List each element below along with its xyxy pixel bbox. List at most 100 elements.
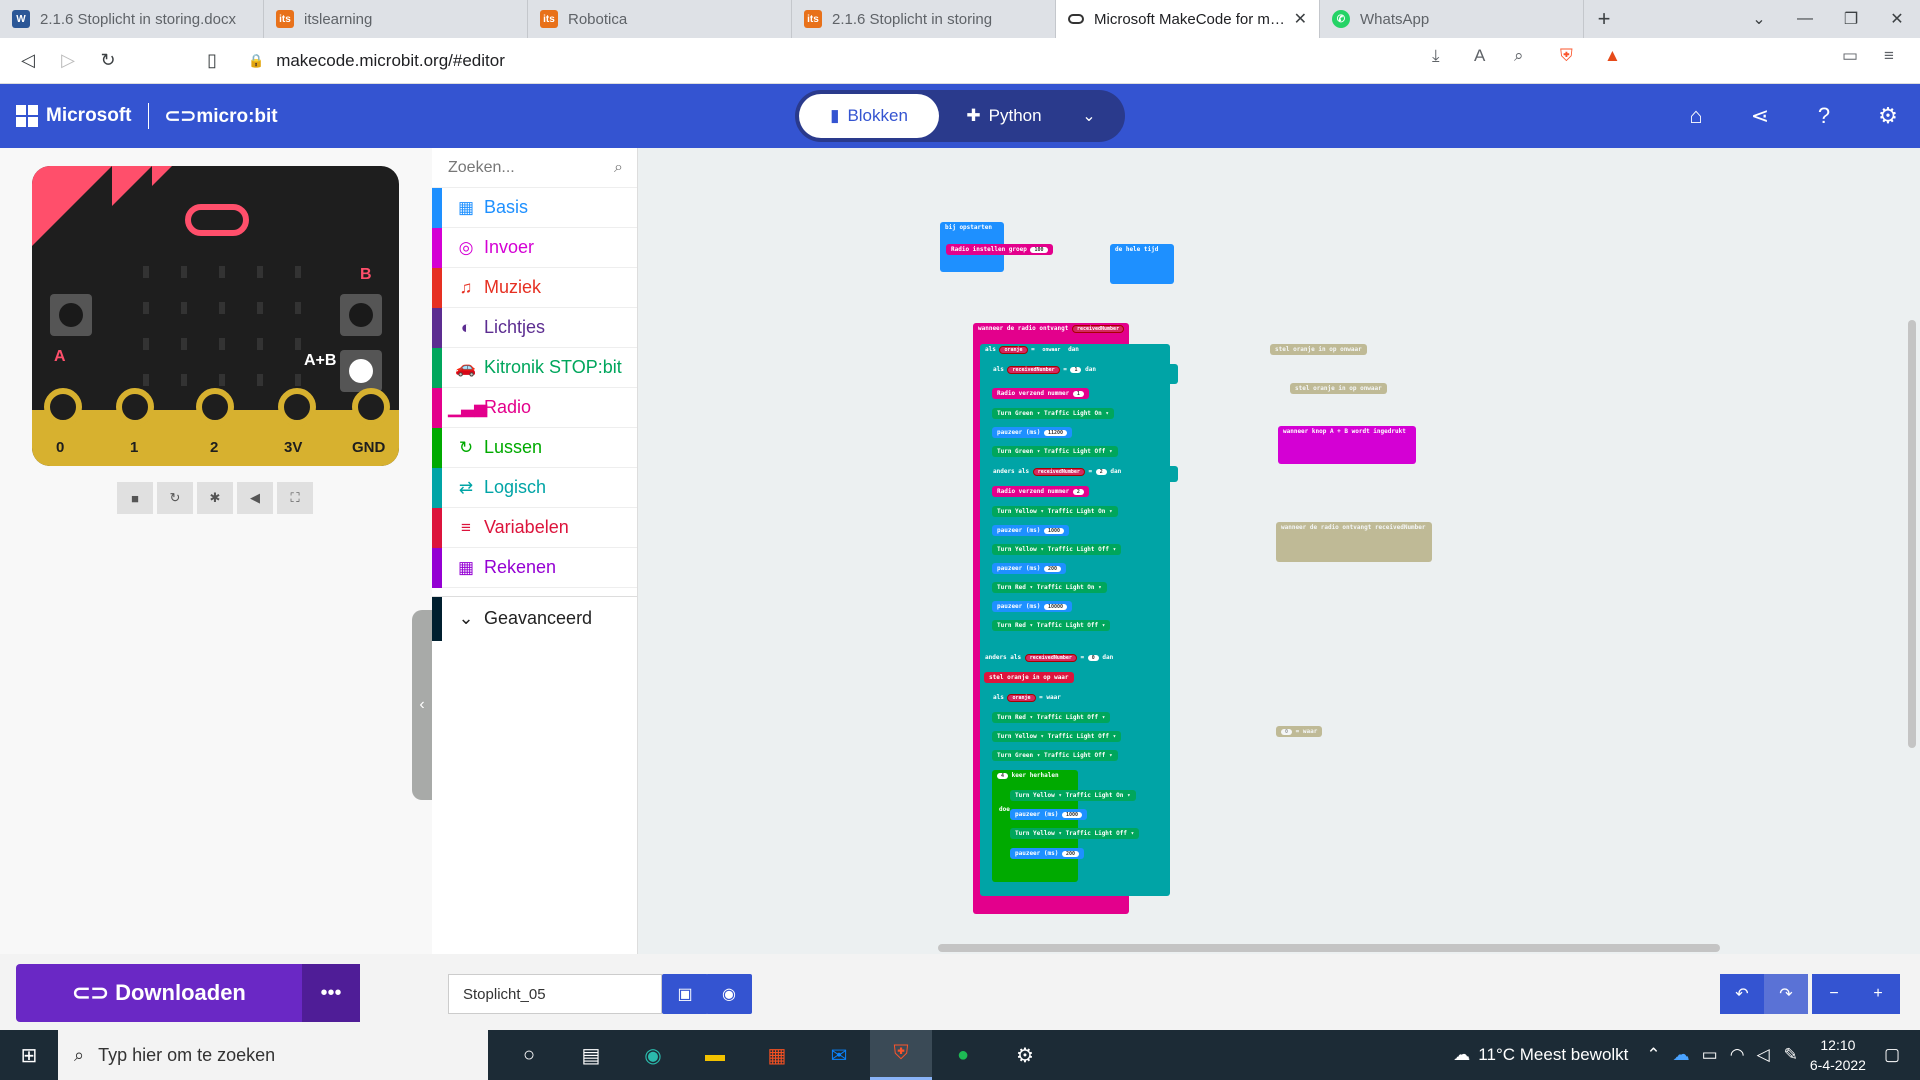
- block-value[interactable]: 2: [1095, 469, 1107, 475]
- spotify-icon[interactable]: ●: [932, 1030, 994, 1080]
- toolbox-search[interactable]: Zoeken... ⌕: [432, 148, 637, 188]
- block-value[interactable]: 2: [1072, 489, 1084, 495]
- radio-send-block[interactable]: Radio verzend nummer 1: [992, 388, 1089, 399]
- browser-tab[interactable]: its 2.1.6 Stoplicht in storing: [792, 0, 1056, 38]
- debug-icon[interactable]: ✱: [197, 482, 233, 514]
- mail-icon[interactable]: ✉: [808, 1030, 870, 1080]
- button-b[interactable]: [340, 294, 382, 336]
- pin-0[interactable]: [44, 388, 82, 426]
- traffic-light-block[interactable]: Turn Yellow ▾ Traffic Light Off ▾: [992, 544, 1122, 555]
- minimize-icon[interactable]: —: [1782, 0, 1828, 38]
- traffic-light-block[interactable]: Turn Red ▾ Traffic Light On ▾: [992, 582, 1107, 593]
- radio-send-block[interactable]: Radio verzend nummer 2: [992, 486, 1089, 497]
- redo-icon[interactable]: ↷: [1764, 974, 1808, 1014]
- close-window-icon[interactable]: ✕: [1874, 0, 1920, 38]
- block-value[interactable]: onwaar: [1038, 347, 1065, 353]
- block-value[interactable]: onwaar: [1360, 385, 1382, 392]
- block-variable[interactable]: receivedNumber: [1024, 654, 1077, 662]
- category-variabelen[interactable]: ≡ Variabelen: [432, 507, 637, 548]
- pause-block[interactable]: pauzeer (ms) 11200: [992, 427, 1073, 438]
- block-value[interactable]: 1: [1070, 367, 1082, 373]
- vertical-scrollbar[interactable]: [1908, 320, 1916, 748]
- weather-text[interactable]: 11°C Meest bewolkt: [1478, 1045, 1628, 1065]
- brave-shield-icon[interactable]: ⛨: [1560, 46, 1573, 66]
- set-variable-block-disabled[interactable]: stel oranje in op onwaar: [1290, 383, 1387, 394]
- menu-icon[interactable]: ≡: [1884, 46, 1894, 66]
- settings-icon[interactable]: ⚙: [994, 1030, 1056, 1080]
- taskbar-search[interactable]: ⌕ Typ hier om te zoeken: [58, 1030, 488, 1080]
- block-variable[interactable]: oranje: [1007, 694, 1036, 702]
- forever-block[interactable]: de hele tijd: [1110, 244, 1174, 284]
- category-lussen[interactable]: ↻ Lussen: [432, 427, 637, 468]
- block-value[interactable]: 0: [1281, 729, 1293, 735]
- chevron-up-icon[interactable]: ⌃: [1646, 1045, 1660, 1065]
- traffic-light-block[interactable]: Turn Yellow ▾ Traffic Light On ▾: [992, 506, 1118, 517]
- if-block[interactable]: als receivedNumber = 1 dan: [988, 364, 1178, 384]
- block-value[interactable]: 1000: [1043, 528, 1065, 534]
- reload-icon[interactable]: ↻: [88, 50, 128, 71]
- share-icon[interactable]: ⋖: [1728, 103, 1792, 129]
- wallet-icon[interactable]: ▭: [1842, 46, 1858, 66]
- browser-tab[interactable]: ✆ WhatsApp: [1320, 0, 1584, 38]
- block-value[interactable]: 4: [997, 773, 1009, 779]
- forward-icon[interactable]: ▷: [48, 50, 88, 71]
- bookmark-icon[interactable]: ▯: [192, 50, 232, 71]
- windows-start-icon[interactable]: ⊞: [0, 1043, 58, 1068]
- block-workspace[interactable]: bij opstarten Radio instellen groep 100 …: [638, 148, 1920, 954]
- notifications-icon[interactable]: ▢: [1884, 1045, 1900, 1065]
- pin-gnd[interactable]: [352, 388, 390, 426]
- block-value[interactable]: 1000: [1061, 812, 1083, 818]
- block-variable[interactable]: receivedNumber: [1032, 468, 1085, 476]
- set-variable-block-disabled[interactable]: stel oranje in op onwaar: [1270, 344, 1367, 355]
- blocks-mode-button[interactable]: ▮ Blokken: [799, 94, 939, 138]
- zoom-out-icon[interactable]: −: [1812, 974, 1856, 1014]
- traffic-light-block[interactable]: Turn Yellow ▾ Traffic Light On ▾: [1010, 790, 1136, 801]
- pause-block[interactable]: pauzeer (ms) 200: [992, 563, 1067, 574]
- traffic-light-block[interactable]: Turn Green ▾ Traffic Light Off ▾: [992, 750, 1118, 761]
- download-button[interactable]: ⊂⊃ Downloaden •••: [16, 964, 360, 1022]
- comparison-block-disabled[interactable]: 0 = waar: [1276, 726, 1323, 737]
- block-value[interactable]: waar: [1303, 728, 1317, 735]
- browser-tab-active[interactable]: Microsoft MakeCode for micro:bit ✕: [1056, 0, 1320, 38]
- browser-tab[interactable]: its Robotica: [528, 0, 792, 38]
- stop-icon[interactable]: ■: [117, 482, 153, 514]
- block-value[interactable]: 200: [1061, 851, 1080, 857]
- undo-icon[interactable]: ↶: [1720, 974, 1764, 1014]
- button-a[interactable]: [50, 294, 92, 336]
- block-value[interactable]: onwaar: [1340, 346, 1362, 353]
- pause-block[interactable]: pauzeer (ms) 1000: [1010, 809, 1088, 820]
- block-value[interactable]: 10000: [1043, 604, 1068, 610]
- block-value[interactable]: 0: [1087, 655, 1099, 661]
- close-tab-icon[interactable]: ✕: [1294, 9, 1307, 29]
- pause-block[interactable]: pauzeer (ms) 1000: [992, 525, 1070, 536]
- traffic-light-block[interactable]: Turn Green ▾ Traffic Light On ▾: [992, 408, 1114, 419]
- block-variable[interactable]: receivedNumber: [1375, 524, 1426, 531]
- category-logisch[interactable]: ⇄ Logisch: [432, 467, 637, 508]
- traffic-light-block[interactable]: Turn Yellow ▾ Traffic Light Off ▾: [1010, 828, 1140, 839]
- microbit-logo[interactable]: ⊂⊃micro:bit: [165, 105, 278, 128]
- button-ab[interactable]: [340, 350, 382, 392]
- mute-icon[interactable]: ◀: [237, 482, 273, 514]
- block-value[interactable]: 1: [1072, 391, 1084, 397]
- chevron-down-icon[interactable]: ⌄: [1069, 106, 1109, 126]
- more-options-icon[interactable]: •••: [302, 964, 360, 1022]
- block-value[interactable]: waar: [1046, 694, 1060, 701]
- weather-icon[interactable]: ☁: [1453, 1045, 1470, 1065]
- browser-tab[interactable]: its itslearning: [264, 0, 528, 38]
- clock[interactable]: 12:10 6-4-2022: [1810, 1035, 1866, 1075]
- url-field[interactable]: 🔒 makecode.microbit.org/#editor: [248, 44, 1388, 78]
- pin-3v[interactable]: [278, 388, 316, 426]
- zoom-icon[interactable]: ⌕: [1514, 46, 1524, 66]
- pause-block[interactable]: pauzeer (ms) 200: [1010, 848, 1085, 859]
- radio-set-group-block[interactable]: Radio instellen groep 100: [946, 244, 1053, 255]
- else-if-block[interactable]: anders als receivedNumber = 2 dan: [988, 466, 1178, 482]
- battery-icon[interactable]: ▭: [1702, 1045, 1718, 1065]
- category-muziek[interactable]: ♫ Muziek: [432, 267, 637, 308]
- collapse-simulator-button[interactable]: ‹: [412, 610, 432, 800]
- restart-icon[interactable]: ↻: [157, 482, 193, 514]
- widgets-icon[interactable]: ▤: [560, 1030, 622, 1080]
- brave-icon[interactable]: ⛨: [870, 1030, 932, 1080]
- horizontal-scrollbar[interactable]: [938, 944, 1720, 952]
- fullscreen-icon[interactable]: ⛶: [277, 482, 313, 514]
- store-icon[interactable]: ▦: [746, 1030, 808, 1080]
